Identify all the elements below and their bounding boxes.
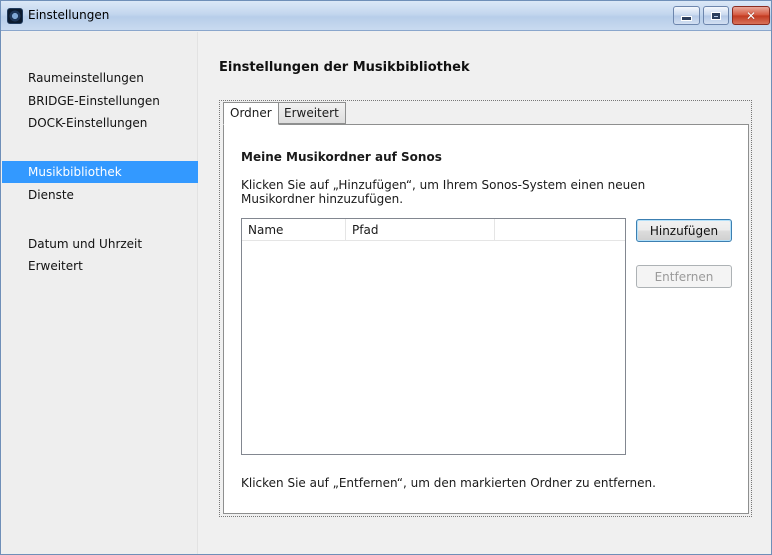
- sidebar-item-raumeinstellungen[interactable]: Raumeinstellungen: [2, 67, 198, 89]
- sidebar-item-dienste[interactable]: Dienste: [2, 184, 198, 206]
- sidebar-item-bridge-einstellungen[interactable]: BRIDGE-Einstellungen: [2, 90, 198, 112]
- window-title: Einstellungen: [28, 8, 110, 22]
- sidebar-item-musikbibliothek[interactable]: Musikbibliothek: [2, 161, 198, 183]
- sidebar-item-dock-einstellungen[interactable]: DOCK-Einstellungen: [2, 112, 198, 134]
- main-content: Einstellungen der Musikbibliothek Ordner…: [199, 32, 771, 554]
- remove-instruction-text: Klicken Sie auf „Entfernen“, um den mark…: [241, 476, 656, 490]
- maximize-button[interactable]: [703, 6, 729, 25]
- remove-folder-button[interactable]: Entfernen: [636, 265, 732, 288]
- add-instruction-text: Klicken Sie auf „Hinzufügen“, um Ihrem S…: [241, 178, 646, 206]
- close-icon: ✕: [745, 8, 757, 23]
- minimize-button[interactable]: [673, 6, 700, 25]
- page-title: Einstellungen der Musikbibliothek: [219, 60, 470, 75]
- add-folder-button[interactable]: Hinzufügen: [636, 219, 732, 242]
- column-header-name[interactable]: Name: [242, 219, 346, 241]
- close-button[interactable]: ✕: [732, 6, 770, 25]
- sidebar-item-datum-und-uhrzeit[interactable]: Datum und Uhrzeit: [2, 233, 198, 255]
- tab-erweitert[interactable]: Erweitert: [277, 102, 346, 124]
- maximize-icon: [711, 11, 721, 20]
- title-bar[interactable]: Einstellungen ✕: [1, 1, 771, 31]
- sonos-app-icon: [7, 8, 23, 24]
- settings-sidebar: Raumeinstellungen BRIDGE-Einstellungen D…: [2, 32, 198, 554]
- settings-window: Einstellungen ✕ Raumeinstellungen BRIDGE…: [0, 0, 772, 555]
- section-title: Meine Musikordner auf Sonos: [241, 150, 442, 164]
- sidebar-item-erweitert[interactable]: Erweitert: [2, 255, 198, 277]
- tab-ordner[interactable]: Ordner: [223, 102, 279, 125]
- column-header-path[interactable]: Pfad: [346, 219, 495, 241]
- minimize-icon: [681, 16, 692, 21]
- music-folder-list[interactable]: Name Pfad: [241, 218, 626, 455]
- column-header-empty[interactable]: [495, 219, 625, 241]
